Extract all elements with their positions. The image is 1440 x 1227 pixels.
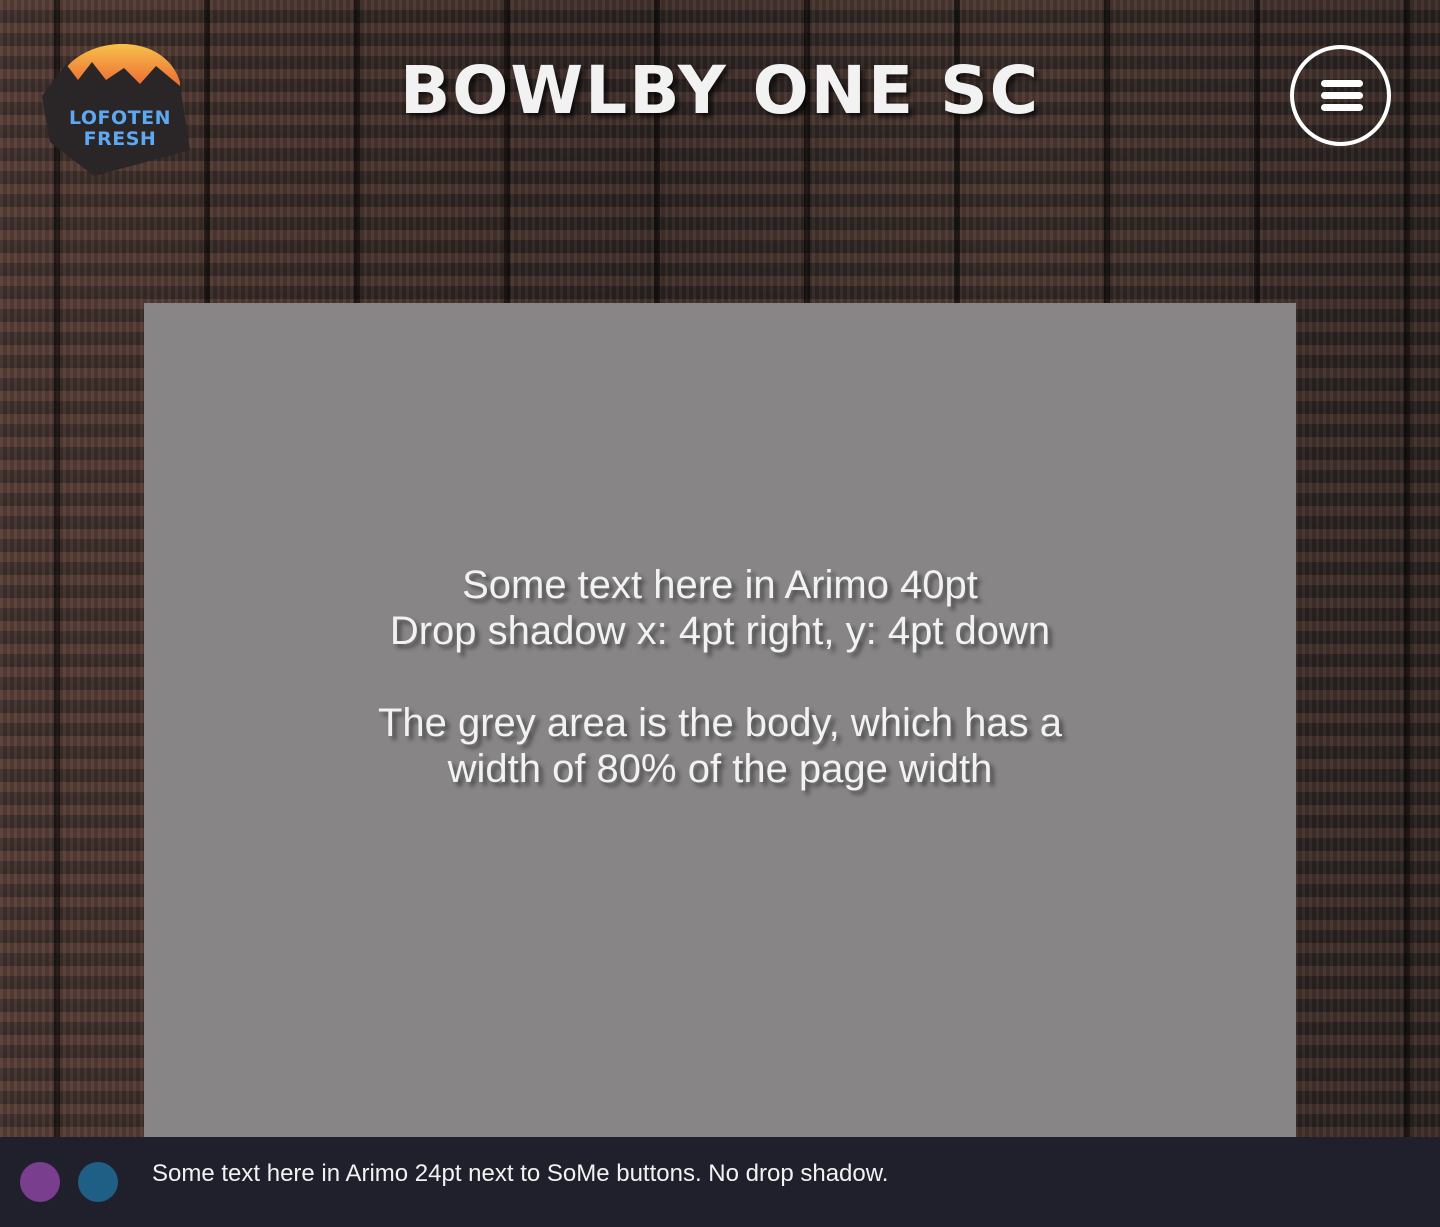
- menu-bar-middle: [1321, 92, 1363, 99]
- main-text-line3: The grey area is the body, which has a: [377, 701, 1063, 745]
- footer-text: Some text here in Arimo 24pt next to SoM…: [152, 1160, 889, 1187]
- main-text-gap: [0, 654, 1440, 700]
- social-button-blue[interactable]: [78, 1162, 118, 1202]
- footer: Some text here in Arimo 24pt next to SoM…: [0, 1137, 1440, 1227]
- main-text-line1: Some text here in Arimo 40pt: [462, 563, 978, 607]
- social-button-purple[interactable]: [20, 1162, 60, 1202]
- main-text-line2: Drop shadow x: 4pt right, y: 4pt down: [389, 609, 1051, 653]
- main-text-line4: width of 80% of the page width: [447, 747, 993, 791]
- logo-text-line2: FRESH: [83, 128, 157, 150]
- site-title: BOWLBY ONE SC: [399, 52, 1041, 129]
- menu-button[interactable]: [1290, 45, 1391, 146]
- menu-bar-top: [1321, 80, 1363, 87]
- main-text: Some text here in Arimo 40pt Drop shadow…: [0, 562, 1440, 792]
- menu-bar-bottom: [1321, 104, 1363, 111]
